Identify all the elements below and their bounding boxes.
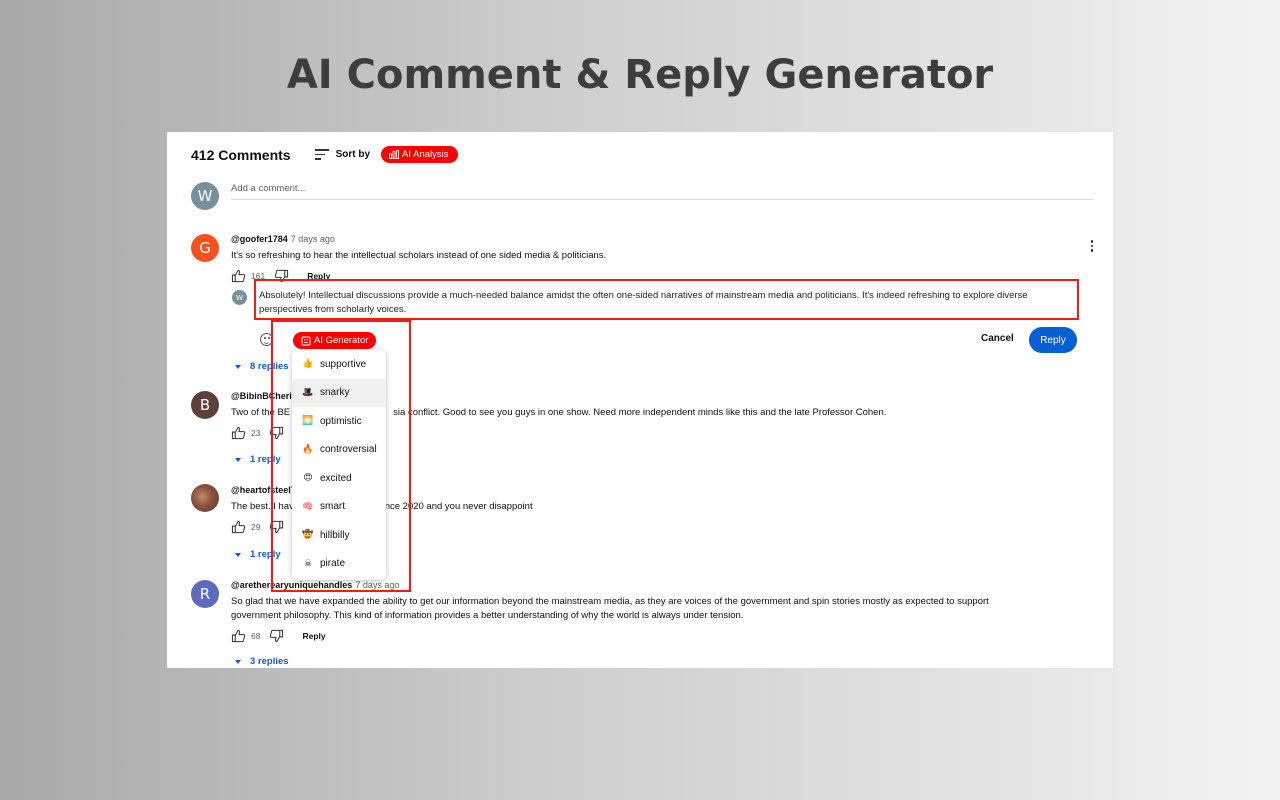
comment-author[interactable]: @goofer1784: [231, 234, 288, 244]
ai-analysis-label: AI Analysis: [402, 149, 449, 160]
chevron-down-icon: [235, 364, 241, 369]
reply-button[interactable]: Reply: [302, 631, 325, 641]
avatar: W: [232, 290, 247, 305]
more-options-icon[interactable]: [1090, 240, 1093, 252]
dislike-icon[interactable]: [269, 629, 284, 643]
like-count: 23: [251, 428, 261, 438]
ai-analysis-button[interactable]: AI Analysis: [381, 146, 458, 163]
sort-icon: [314, 149, 329, 160]
cancel-button[interactable]: Cancel: [981, 333, 1014, 344]
like-icon[interactable]: [231, 520, 246, 534]
comments-panel: 412 Comments Sort by AI Analysis W Add a…: [167, 132, 1113, 668]
sort-by-label: Sort by: [335, 149, 371, 160]
avatar: [191, 484, 219, 512]
comment-item: @goofer1784 7 days ago It's so refreshing…: [231, 234, 606, 283]
chevron-down-icon: [235, 659, 241, 664]
comments-header: 412 Comments Sort by AI Analysis: [191, 146, 458, 163]
like-icon[interactable]: [231, 629, 246, 643]
bar-chart-icon: [389, 150, 399, 159]
comment-time: 7 days ago: [290, 234, 335, 244]
generator-highlight-box: [271, 320, 411, 592]
submit-reply-button[interactable]: Reply: [1029, 327, 1077, 353]
comment-text: So glad that we have expanded the abilit…: [231, 595, 1091, 623]
add-comment-underline: [231, 199, 1093, 200]
comment-count: 412 Comments: [191, 146, 291, 163]
comment-actions: 68 Reply: [231, 629, 1091, 643]
like-icon[interactable]: [231, 426, 246, 440]
comment-meta: @goofer1784 7 days ago: [231, 234, 606, 244]
avatar: R: [191, 580, 219, 608]
avatar: W: [191, 182, 219, 210]
like-icon[interactable]: [231, 269, 246, 283]
chevron-down-icon: [235, 552, 241, 557]
avatar: G: [191, 234, 219, 262]
like-count: 68: [251, 631, 261, 641]
page-title: AI Comment & Reply Generator: [286, 52, 994, 98]
view-replies-button[interactable]: 3 replies: [235, 656, 289, 667]
sort-by-button[interactable]: Sort by: [314, 149, 371, 160]
comment-text-end: sia conflict. Good to see you guys in on…: [393, 407, 887, 418]
like-count: 29: [251, 522, 261, 532]
reply-highlight-box: [254, 279, 1079, 320]
chevron-down-icon: [235, 457, 241, 462]
add-comment-input[interactable]: Add a comment...: [231, 183, 305, 194]
comment-text-line: government philosophy. This kind of info…: [231, 610, 744, 621]
comment-text-line: So glad that we have expanded the abilit…: [231, 596, 989, 607]
avatar: B: [191, 391, 219, 419]
comment-text: It's so refreshing to hear the intellect…: [231, 250, 607, 261]
replies-label: 3 replies: [250, 656, 289, 667]
